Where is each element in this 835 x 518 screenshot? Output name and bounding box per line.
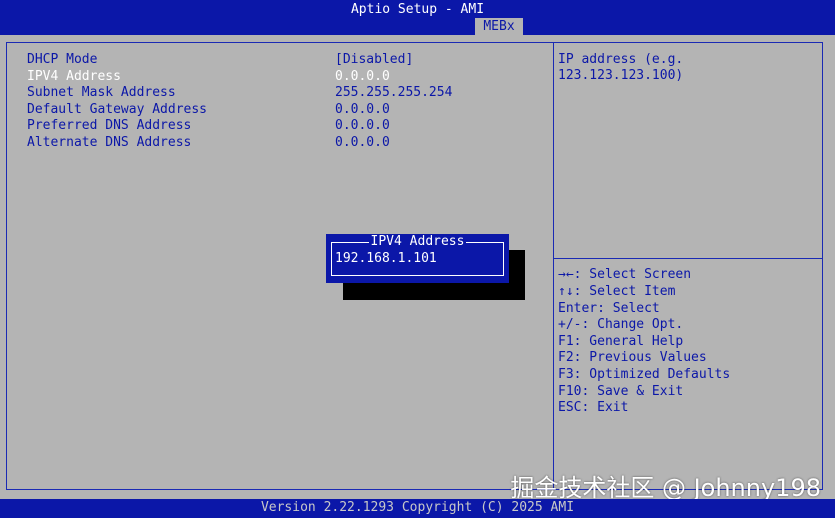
- setting-value-subnet-mask[interactable]: 255.255.255.254: [335, 85, 452, 102]
- setting-value-alternate-dns[interactable]: 0.0.0.0: [335, 135, 390, 152]
- version-text: Version 2.22.1293 Copyright (C) 2025 AMI: [260, 500, 575, 515]
- key-hint-general-help: F1: General Help: [558, 334, 684, 349]
- vertical-divider: [553, 42, 554, 490]
- bios-screen: Aptio Setup - AMI MEBx DHCP Mode [Disabl…: [0, 0, 835, 518]
- dialog-title: IPV4 Address: [326, 234, 509, 251]
- ipv4-address-dialog[interactable]: IPV4 Address 192.168.1.101: [326, 234, 509, 283]
- setting-label-dhcp-mode[interactable]: DHCP Mode: [27, 52, 97, 69]
- setting-label-ipv4-address[interactable]: IPV4 Address: [27, 69, 121, 86]
- dialog-title-text: IPV4 Address: [368, 234, 467, 249]
- key-hint-enter: Enter: Select: [558, 301, 660, 316]
- key-hint-optimized-defaults: F3: Optimized Defaults: [558, 367, 731, 382]
- app-title: Aptio Setup - AMI: [350, 2, 485, 17]
- help-text-line: 123.123.123.100): [558, 68, 684, 83]
- setting-label-default-gateway[interactable]: Default Gateway Address: [27, 102, 207, 119]
- setting-value-preferred-dns[interactable]: 0.0.0.0: [335, 118, 390, 135]
- tab-mebx[interactable]: MEBx: [475, 18, 523, 35]
- setting-value-ipv4-address[interactable]: 0.0.0.0: [335, 69, 390, 86]
- key-hint-save-exit: F10: Save & Exit: [558, 384, 684, 399]
- key-hint-select-item: ↑↓: Select Item: [558, 284, 676, 299]
- footer-bar: Version 2.22.1293 Copyright (C) 2025 AMI: [0, 499, 835, 518]
- help-divider: [554, 258, 823, 259]
- title-bar: Aptio Setup - AMI MEBx: [0, 0, 835, 35]
- setting-label-subnet-mask[interactable]: Subnet Mask Address: [27, 85, 176, 102]
- setting-label-alternate-dns[interactable]: Alternate DNS Address: [27, 135, 191, 152]
- key-hint-esc-exit: ESC: Exit: [558, 400, 629, 415]
- setting-label-preferred-dns[interactable]: Preferred DNS Address: [27, 118, 191, 135]
- setting-value-dhcp-mode[interactable]: [Disabled]: [335, 52, 413, 69]
- key-hint-change-opt: +/-: Change Opt.: [558, 317, 684, 332]
- ipv4-address-input[interactable]: 192.168.1.101: [335, 251, 437, 268]
- key-hint-select-screen: →←: Select Screen: [558, 267, 692, 282]
- help-text-line: IP address (e.g.: [558, 52, 684, 67]
- key-hint-previous-values: F2: Previous Values: [558, 350, 707, 365]
- watermark: 掘金技术社区 @ Johnny198: [510, 474, 821, 502]
- setting-value-default-gateway[interactable]: 0.0.0.0: [335, 102, 390, 119]
